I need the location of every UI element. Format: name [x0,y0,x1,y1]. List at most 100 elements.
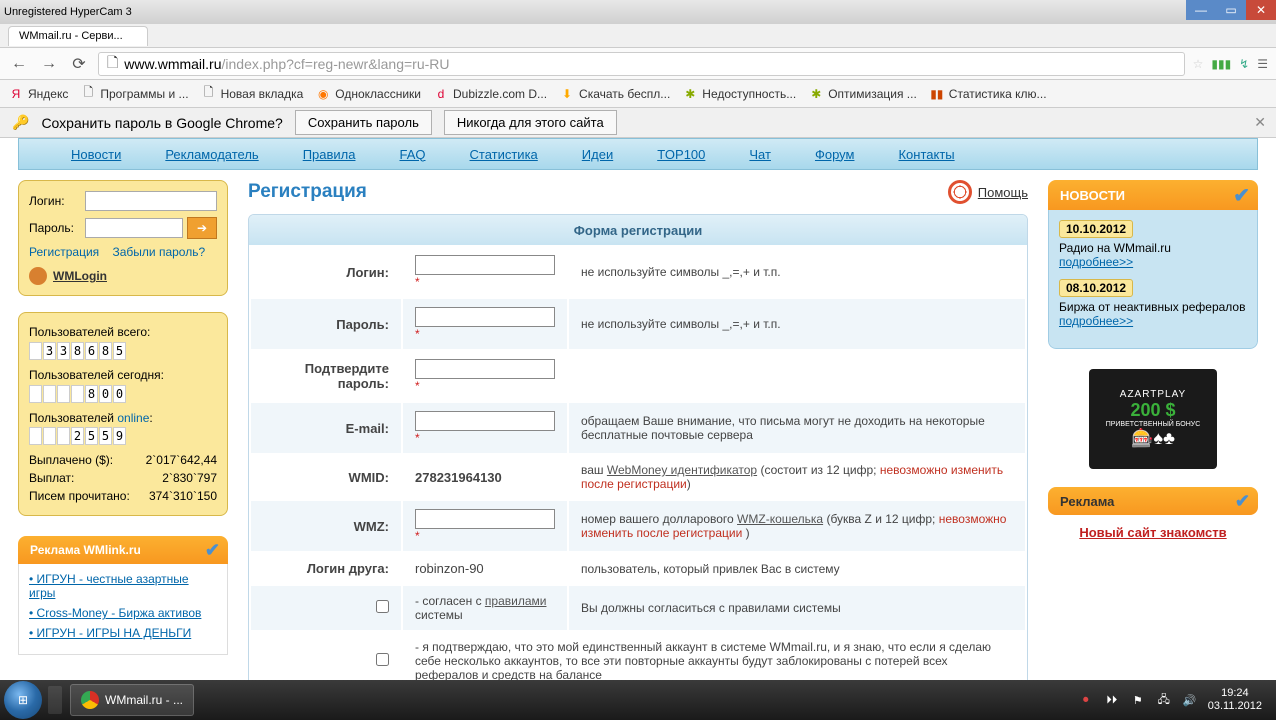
minimize-button[interactable]: — [1186,0,1216,20]
reg-password2-input[interactable] [415,359,555,379]
more-link[interactable]: подробнее>> [1059,314,1133,328]
help-icon [948,180,972,204]
system-tray: ⏺ ⏵⏵ ⚑ 🖧 🔊 19:2403.11.2012 [1078,687,1272,713]
chart-icon: ▮▮ [929,86,945,102]
window-controls: — ▭ ✕ [1186,0,1276,20]
ad-wmlink-box: Реклама WMlink.ru✔ • ИГРУН - честные аза… [18,536,228,655]
nav-link[interactable]: Новости [49,147,143,162]
webmoney-link[interactable]: WebMoney идентификатор [607,463,757,477]
forward-button[interactable]: → [38,53,60,75]
reg-password-input[interactable] [415,307,555,327]
bookmark-item[interactable]: ⬇Скачать беспл... [559,86,670,102]
bookmark-item[interactable]: ЯЯндекс [8,86,68,102]
bookmark-item[interactable]: ✱Оптимизация ... [808,86,917,102]
nav-link[interactable]: Чат [727,147,793,162]
login-submit-button[interactable]: ➔ [187,217,217,239]
check-icon: ✔ [1235,491,1250,512]
form-header: Форма регистрации [249,215,1027,245]
chrome-icon [81,691,99,709]
reg-wmz-input[interactable] [415,509,555,529]
agree-single-checkbox[interactable] [376,653,389,666]
bookmark-item[interactable]: 🗋Новая вкладка [201,86,304,102]
tray-icon[interactable]: ⏺ [1078,692,1094,708]
never-site-button[interactable]: Никогда для этого сайта [444,110,617,135]
reg-login-input[interactable] [415,255,555,275]
password-input[interactable] [85,218,183,238]
folder-icon: 🗋 [80,86,96,102]
save-password-button[interactable]: Сохранить пароль [295,110,432,135]
nav-link[interactable]: Статистика [448,147,560,162]
clock[interactable]: 19:2403.11.2012 [1208,687,1262,713]
password-label: Пароль: [29,221,81,235]
ad-header: Реклама WMlink.ru✔ [18,536,228,564]
friend-login-value: robinzon-90 [403,553,567,584]
page-title: Регистрация [248,181,367,203]
ad-link[interactable]: • ИГРУН - честные азартные игры [29,572,217,600]
nav-link[interactable]: FAQ [377,147,447,162]
register-link[interactable]: Регистрация [29,245,99,259]
address-bar[interactable]: 🗋 www.wmmail.ru/index.php?cf=reg-newr&la… [98,52,1185,76]
browser-tab[interactable]: WMmail.ru - Серви... [8,26,148,46]
close-button[interactable]: ✕ [1246,0,1276,20]
network-icon[interactable]: 🖧 [1156,692,1172,708]
nav-link[interactable]: Форум [793,147,877,162]
flag-icon[interactable]: ⚑ [1130,692,1146,708]
volume-icon[interactable]: 🔊 [1182,692,1198,708]
reg-email-input[interactable] [415,411,555,431]
window-titlebar: Unregistered HyperCam 3 — ▭ ✕ [0,0,1276,24]
windows-icon: ⊞ [18,693,28,707]
ok-icon: ◉ [315,86,331,102]
menu-icon[interactable]: ☰ [1257,57,1268,71]
login-label: Логин: [29,194,81,208]
ext-icon-2[interactable]: ↯ [1239,57,1249,71]
help-link[interactable]: Помощь [948,180,1028,204]
opt-icon: ✱ [808,86,824,102]
window-title: Unregistered HyperCam 3 [4,6,132,18]
ext-icon-1[interactable]: ▮▮▮ [1211,57,1231,71]
nav-link[interactable]: Рекламодатель [143,147,280,162]
taskbar: ⊞ WMmail.ru - ... ⏺ ⏵⏵ ⚑ 🖧 🔊 19:2403.11.… [0,680,1276,720]
bookmark-item[interactable]: ◉Одноклассники [315,86,421,102]
wmlogin-link[interactable]: WMLogin [29,267,217,285]
bookmark-item[interactable]: dDubizzle.com D... [433,86,547,102]
bookmark-item[interactable]: 🗋Программы и ... [80,86,188,102]
download-icon: ⬇ [559,86,575,102]
wmlogin-icon [29,267,47,285]
ad-link[interactable]: • ИГРУН - ИГРЫ НА ДЕНЬГИ [29,626,217,640]
login-input[interactable] [85,191,217,211]
back-button[interactable]: ← [8,53,30,75]
ad-link[interactable]: • Cross-Money - Биржа активов [29,606,217,620]
tray-icon[interactable]: ⏵⏵ [1104,692,1120,708]
favorite-icon[interactable]: ☆ [1193,57,1204,71]
ad-header: Реклама✔ [1048,487,1258,515]
dating-link[interactable]: Новый сайт знакомств [1079,525,1226,540]
dubizzle-icon: d [433,86,449,102]
online-link[interactable]: online [117,411,149,425]
total-users-label: Пользователей всего: [29,325,150,339]
news-header: НОВОСТИ✔ [1048,180,1258,210]
taskbar-item-chrome[interactable]: WMmail.ru - ... [70,684,194,716]
more-link[interactable]: подробнее>> [1059,255,1133,269]
rules-link[interactable]: правилами [485,594,547,608]
maximize-button[interactable]: ▭ [1216,0,1246,20]
reload-button[interactable]: ⟳ [68,53,90,75]
forgot-password-link[interactable]: Забыли пароль? [113,245,206,259]
start-button[interactable]: ⊞ [4,681,42,719]
pinned-icon[interactable] [48,686,62,714]
azartplay-banner[interactable]: AZARTPLAY 200 $ ПРИВЕТСТВЕННЫЙ БОНУС 🎰♠♣ [1089,369,1217,469]
nav-link[interactable]: Контакты [876,147,976,162]
today-users-label: Пользователей сегодня: [29,368,164,382]
nav-link[interactable]: Правила [281,147,378,162]
save-password-prompt: Сохранить пароль в Google Chrome? [41,115,282,131]
check-icon: ✔ [1233,183,1250,208]
close-bar-button[interactable]: ✕ [1254,114,1266,131]
site-nav: Новости Рекламодатель Правила FAQ Статис… [18,138,1258,170]
bookmark-item[interactable]: ✱Недоступность... [682,86,796,102]
bookmark-item[interactable]: ▮▮Статистика клю... [929,86,1047,102]
nav-link[interactable]: TOP100 [635,147,727,162]
wmz-link[interactable]: WMZ-кошелька [737,512,823,526]
key-icon: 🔑 [12,114,29,131]
nav-link[interactable]: Идеи [560,147,635,162]
bookmarks-bar: ЯЯндекс 🗋Программы и ... 🗋Новая вкладка … [0,80,1276,108]
agree-rules-checkbox[interactable] [376,600,389,613]
